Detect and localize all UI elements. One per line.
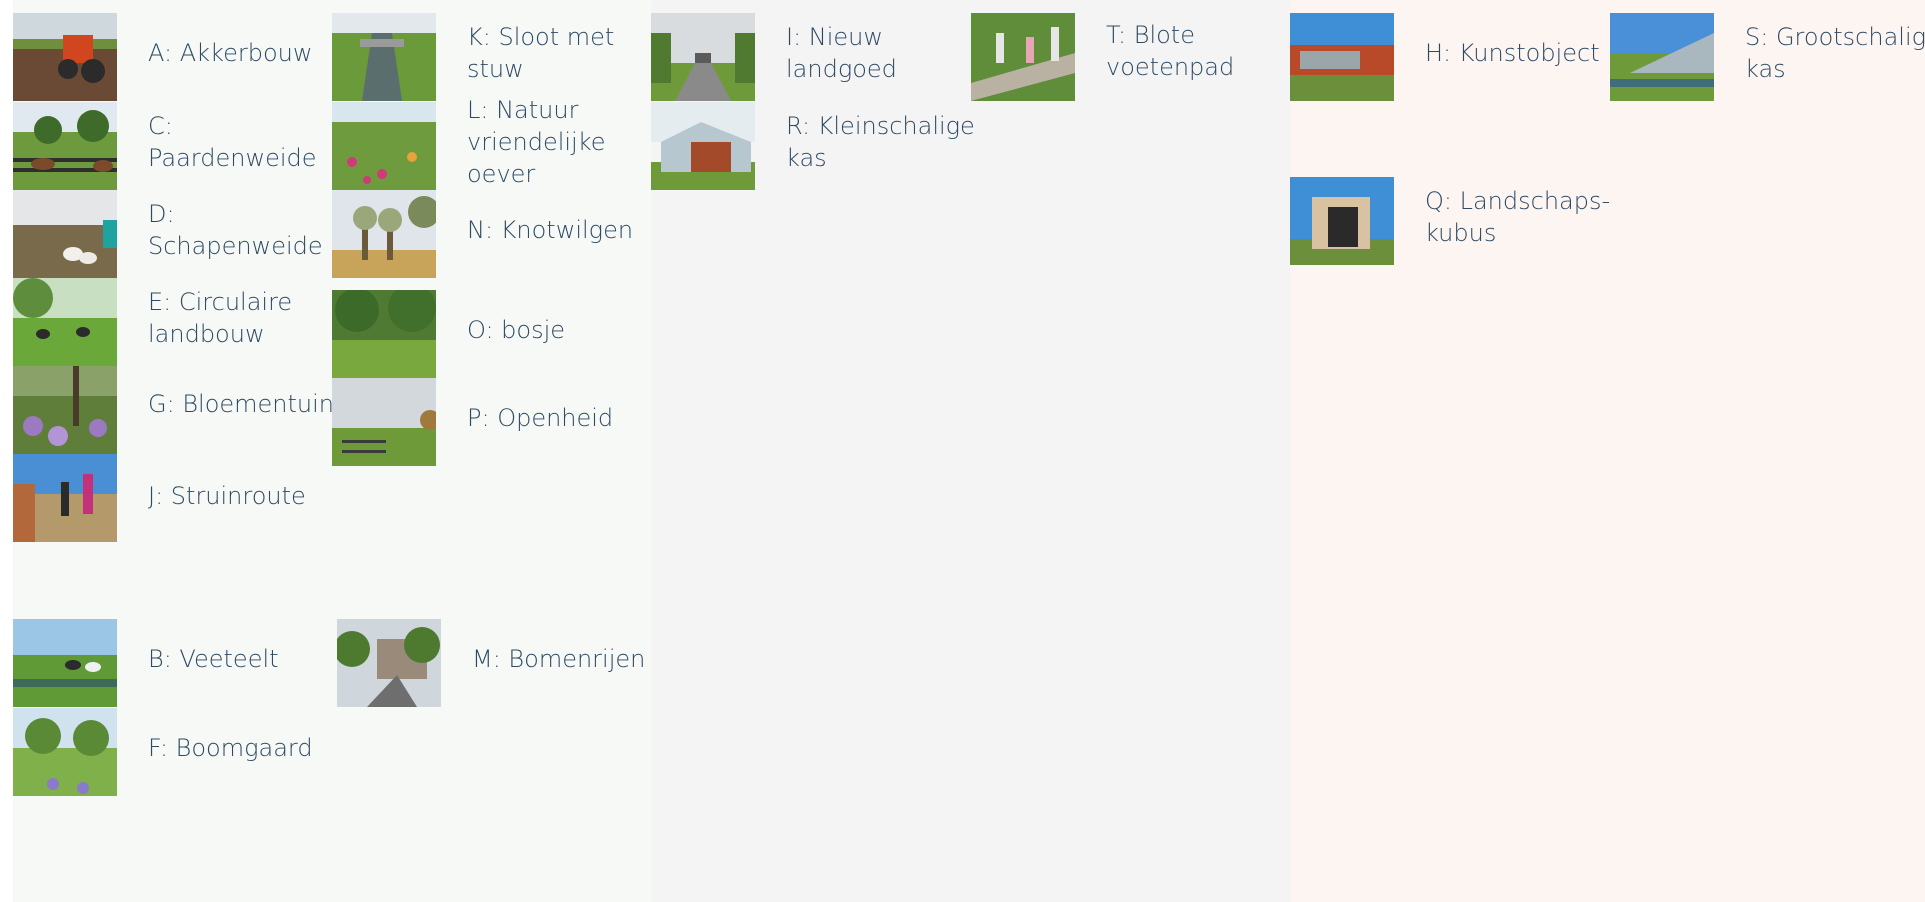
legend-label: O: bosje <box>467 316 566 344</box>
sheep-pasture-photo <box>13 190 117 278</box>
orchard-photo <box>13 708 117 796</box>
estate-lane-photo <box>651 13 755 101</box>
legend-label: I: Nieuw landgoed <box>786 23 897 83</box>
barefoot-path-photo <box>971 13 1075 101</box>
legend-label: K: Sloot met stuw <box>467 23 615 83</box>
legend-label: D: Schapenweide <box>148 200 323 260</box>
flower-garden-photo <box>13 366 117 454</box>
legend-label: C: Paardenweide <box>148 112 317 172</box>
horse-paddock-photo <box>13 102 117 190</box>
landscape-cube-photo <box>1290 177 1394 265</box>
tree-rows-photo <box>337 619 441 707</box>
walking-route-photo <box>13 454 117 542</box>
legend-label: A: Akkerbouw <box>148 39 313 67</box>
legend-label: N: Knotwilgen <box>467 216 634 244</box>
tractor-field-photo <box>13 13 117 101</box>
livestock-photo <box>13 619 117 707</box>
legend-label: S: Grootschalige kas <box>1745 23 1925 83</box>
art-object-photo <box>1290 13 1394 101</box>
legend-label: L: Natuur vriendelijke oever <box>467 96 606 188</box>
small-wood-photo <box>332 290 436 378</box>
pollard-willows-photo <box>332 190 436 278</box>
legend-label: T: Blote voetenpad <box>1106 21 1235 81</box>
legend-label: F: Boomgaard <box>148 734 313 762</box>
legend-label: M: Bomenrijen <box>472 645 646 673</box>
small-greenhouse-photo <box>651 102 755 190</box>
large-greenhouse-photo <box>1610 13 1714 101</box>
panel-landmarks <box>1290 0 1925 902</box>
open-landscape-photo <box>332 378 436 466</box>
nature-bank-photo <box>332 102 436 190</box>
legend-label: E: Circulaire landbouw <box>148 288 293 348</box>
legend-label: J: Struinroute <box>148 482 306 510</box>
legend-label: P: Openheid <box>467 404 614 432</box>
grazing-cattle-photo <box>13 278 117 366</box>
legend-label: R: Kleinschalige kas <box>786 112 975 172</box>
legend-label: Q: Landschaps-kubus <box>1425 187 1611 247</box>
ditch-weir-photo <box>332 13 436 101</box>
